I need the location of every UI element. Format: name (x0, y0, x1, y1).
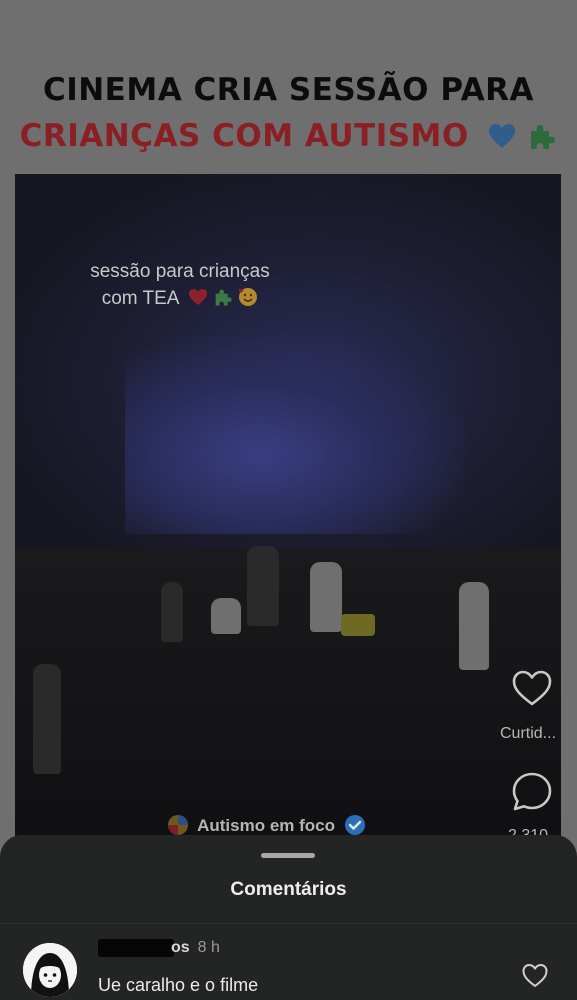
autismo-logo-icon (168, 815, 188, 835)
comment-username[interactable]: os (171, 939, 190, 956)
child-silhouette (33, 664, 61, 774)
child-silhouette (161, 582, 183, 642)
divider (0, 923, 577, 924)
like-heart-icon[interactable] (512, 669, 552, 709)
avatar-image (23, 943, 77, 997)
puzzle-piece-icon (215, 289, 232, 306)
video-caption-line-2-row: com TEA (55, 285, 305, 312)
video-caption-line-2: com TEA (101, 288, 179, 309)
verified-badge-icon (344, 815, 365, 835)
comments-sheet: Comentários os 8 h Ue caralho e o filme (0, 835, 577, 1000)
post-header: CINEMA CRIA SESSÃO PARA CRIANÇAS COM AUT… (0, 0, 577, 175)
username-redaction (98, 939, 174, 957)
headline-line-2: CRIANÇAS COM AUTISMO (0, 118, 577, 154)
watermark: Autismo em foco (167, 814, 366, 836)
comment-text: Ue caralho e o filme (98, 975, 259, 995)
screen-image (125, 334, 465, 534)
child-silhouette (310, 562, 342, 632)
like-label[interactable]: Curtid... (500, 725, 556, 743)
puzzle-piece-icon (531, 125, 556, 149)
child-silhouette (459, 582, 489, 670)
video-player[interactable]: sessão para crianças com TEA Autismo em … (15, 174, 561, 836)
blue-heart-icon (489, 124, 516, 148)
yellow-bag (341, 614, 375, 636)
comment-timestamp: 8 h (197, 939, 220, 956)
comments-title: Comentários (230, 879, 347, 900)
child-silhouette (211, 598, 241, 634)
comment-like-heart-icon[interactable] (522, 963, 548, 989)
cinema-screen: sessão para crianças com TEA (15, 174, 561, 549)
reel-page: CINEMA CRIA SESSÃO PARA CRIANÇAS COM AUT… (0, 0, 577, 1000)
red-heart-icon (188, 289, 207, 305)
child-silhouette (247, 546, 279, 626)
comment-bubble-icon[interactable] (511, 771, 553, 813)
headline-line-1: CINEMA CRIA SESSÃO PARA (42, 72, 535, 108)
video-caption-line-1: sessão para crianças (90, 261, 270, 282)
avatar[interactable] (23, 943, 77, 997)
smiling-face-with-hearts-icon (239, 288, 258, 306)
watermark-text: Autismo em foco (197, 816, 335, 835)
sheet-drag-handle[interactable] (261, 853, 315, 858)
comment-username-row: os 8 h (98, 939, 220, 961)
headline-line-2-text: CRIANÇAS COM AUTISMO (19, 118, 469, 154)
video-caption: sessão para crianças com TEA (55, 258, 305, 312)
